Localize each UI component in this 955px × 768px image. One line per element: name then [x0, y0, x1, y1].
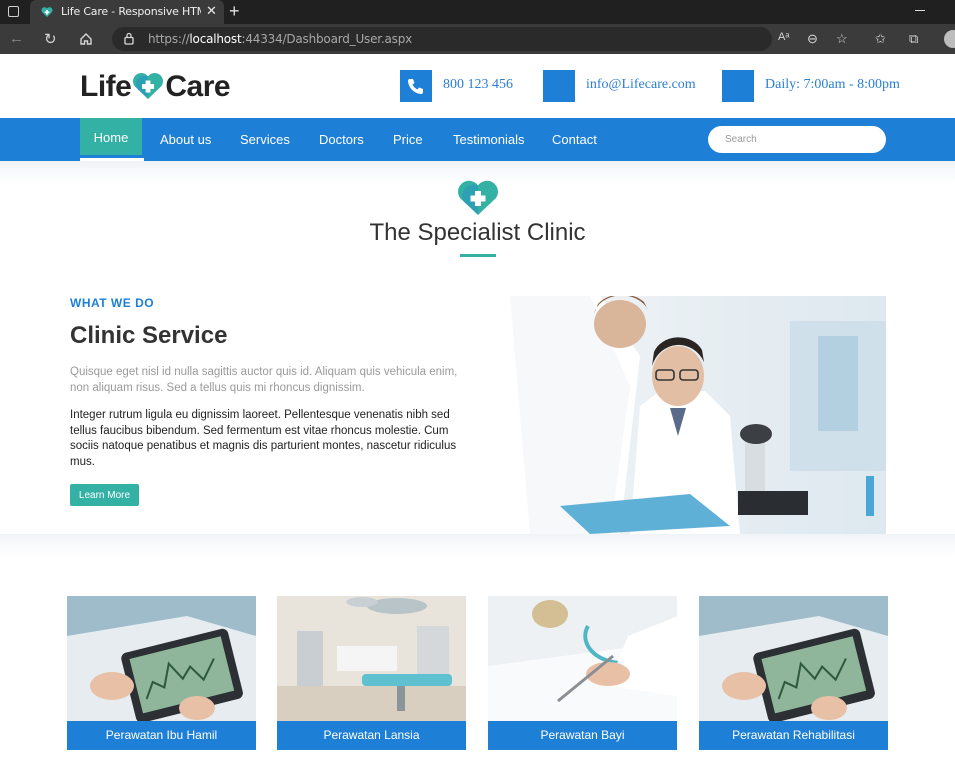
lock-icon	[124, 32, 134, 45]
phone-icon	[408, 79, 423, 94]
learn-more-button[interactable]: Learn More	[70, 484, 139, 506]
main-navigation: Home About us Services Doctors Price Tes…	[0, 118, 955, 161]
nav-item-testimonials[interactable]: Testimonials	[453, 118, 525, 161]
service-card-lansia[interactable]: Perawatan Lansia	[277, 596, 466, 750]
zoom-icon[interactable]: ⊖	[807, 31, 818, 47]
nav-item-services[interactable]: Services	[240, 118, 290, 161]
nav-item-price[interactable]: Price	[393, 118, 423, 161]
nav-item-about[interactable]: About us	[160, 118, 211, 161]
phone-icon-box	[400, 70, 432, 102]
back-icon[interactable]: ←	[9, 30, 24, 47]
favorite-add-icon[interactable]: ☆	[836, 31, 848, 47]
reload-icon[interactable]: ↻	[44, 30, 57, 48]
email-address[interactable]: info@Lifecare.com	[586, 77, 696, 93]
profile-avatar[interactable]	[944, 30, 955, 48]
site-logo[interactable]: Life Care	[80, 70, 231, 106]
url-text: https://localhost:44334/Dashboard_User.a…	[148, 32, 413, 46]
card-image-stethoscope	[488, 596, 677, 721]
service-heading: Clinic Service	[70, 322, 228, 349]
browser-tab[interactable]: Life Care - Responsive HTML5 M ✕	[30, 0, 224, 24]
card-image-tablet	[699, 596, 888, 721]
site-favicon-icon	[41, 7, 53, 17]
service-card-ibu-hamil[interactable]: Perawatan Ibu Hamil	[67, 596, 256, 750]
browser-tabbar: Life Care - Responsive HTML5 M ✕ +	[0, 0, 955, 24]
service-eyebrow: WHAT WE DO	[70, 296, 155, 310]
section-title: The Specialist Clinic	[369, 219, 586, 246]
service-card-rehabilitasi[interactable]: Perawatan Rehabilitasi	[699, 596, 888, 750]
tab-close-icon[interactable]: ✕	[206, 3, 217, 19]
card-caption: Perawatan Rehabilitasi	[699, 721, 888, 750]
section-title-underline	[460, 254, 496, 257]
nav-item-home[interactable]: Home	[80, 118, 142, 158]
new-tab-icon[interactable]: +	[229, 1, 240, 22]
nav-item-doctors[interactable]: Doctors	[319, 118, 364, 161]
nav-item-contact[interactable]: Contact	[552, 118, 597, 161]
service-card-bayi[interactable]: Perawatan Bayi	[488, 596, 677, 750]
url-field[interactable]: https://localhost:44334/Dashboard_User.a…	[112, 27, 772, 51]
card-image-operating-room	[277, 596, 466, 721]
search-input[interactable]	[708, 126, 886, 153]
address-bar: ← ↻ https://localhost:44334/Dashboard_Us…	[0, 24, 955, 54]
phone-number[interactable]: 800 123 456	[443, 77, 513, 93]
card-image-tablet	[67, 596, 256, 721]
home-icon[interactable]	[79, 32, 93, 46]
minimize-icon[interactable]	[915, 10, 925, 11]
collections-icon[interactable]: ⧉	[909, 31, 918, 47]
opening-hours: Daily: 7:00am - 8:00pm	[765, 77, 900, 92]
service-body-text: Integer rutrum ligula eu dignissim laore…	[70, 409, 457, 468]
read-aloud-icon[interactable]: Aᵃ	[778, 31, 789, 43]
card-caption: Perawatan Ibu Hamil	[67, 721, 256, 750]
card-caption: Perawatan Lansia	[277, 721, 466, 750]
email-icon-box	[543, 70, 575, 102]
favorites-icon[interactable]: ✩	[875, 31, 886, 47]
service-lead-text: Quisque eget nisl id nulla sagittis auct…	[70, 366, 458, 394]
section-heart-icon	[458, 180, 498, 215]
logo-heart-icon	[133, 72, 164, 99]
tab-title: Life Care - Responsive HTML5 M	[61, 5, 201, 18]
window-menu-icon[interactable]	[8, 6, 19, 17]
clock-icon-box	[722, 70, 754, 102]
logo-text-right: Care	[165, 70, 231, 103]
card-caption: Perawatan Bayi	[488, 721, 677, 750]
logo-text-left: Life	[80, 70, 132, 103]
hero-doctors-image	[490, 296, 886, 534]
section-divider-shadow	[0, 534, 955, 556]
